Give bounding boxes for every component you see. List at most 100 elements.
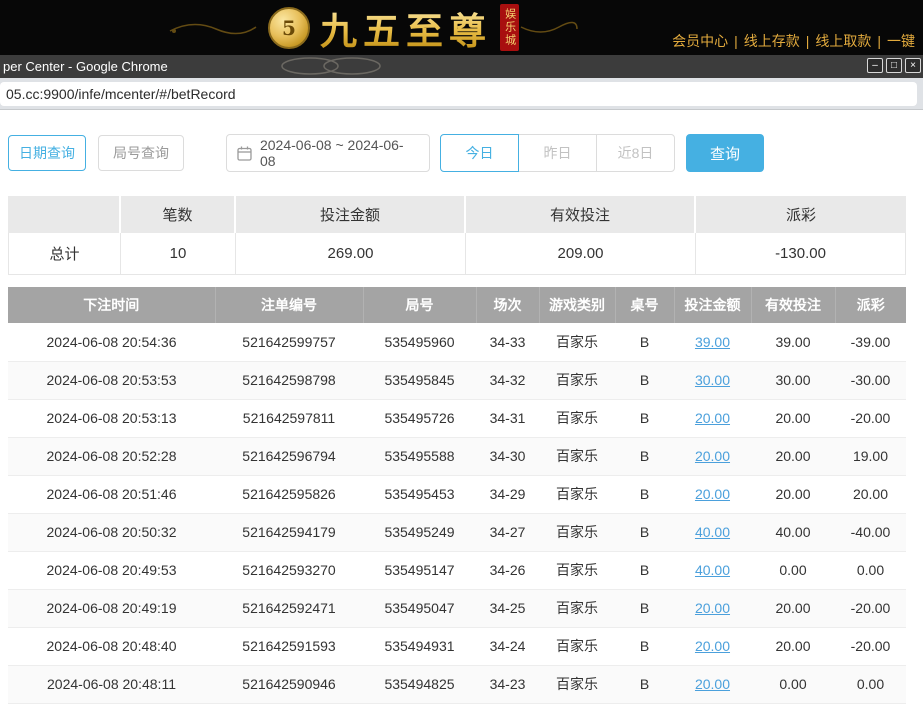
bet-amount-link[interactable]: 40.00	[695, 524, 730, 540]
record-cell-payout: -40.00	[835, 513, 906, 551]
record-cell-order: 521642592471	[215, 589, 363, 627]
record-cell-valid: 20.00	[751, 399, 835, 437]
date-query-tab[interactable]: 日期查询	[8, 135, 86, 171]
record-row: 2024-06-08 20:52:28521642596794535495588…	[8, 437, 906, 475]
yesterday-button[interactable]: 昨日	[518, 134, 597, 172]
bet-amount-link[interactable]: 20.00	[695, 600, 730, 616]
record-row: 2024-06-08 20:50:32521642594179535495249…	[8, 513, 906, 551]
banner-link[interactable]: 线上存款	[744, 33, 800, 49]
records-column-header: 有效投注	[751, 287, 835, 323]
minimize-button[interactable]: –	[867, 58, 883, 73]
summary-column-header: 投注金额	[236, 196, 466, 233]
record-cell-time: 2024-06-08 20:51:46	[8, 475, 215, 513]
record-cell-session: 34-30	[476, 437, 539, 475]
record-row: 2024-06-08 20:54:36521642599757535495960…	[8, 323, 906, 361]
close-button[interactable]: ×	[905, 58, 921, 73]
record-cell-order: 521642595826	[215, 475, 363, 513]
record-cell-round: 535495845	[363, 361, 476, 399]
record-cell-session: 34-23	[476, 665, 539, 703]
record-cell-payout: 0.00	[835, 665, 906, 703]
records-column-header: 局号	[363, 287, 476, 323]
summary-valid-bet: 209.00	[466, 233, 696, 275]
bet-amount-link[interactable]: 20.00	[695, 676, 730, 692]
record-cell-game: 百家乐	[539, 437, 615, 475]
bet-amount-link[interactable]: 20.00	[695, 486, 730, 502]
record-cell-bet: 39.00	[674, 323, 751, 361]
record-cell-order: 521642594179	[215, 513, 363, 551]
bet-amount-link[interactable]: 20.00	[695, 410, 730, 426]
logo-coin-icon: 5	[268, 7, 310, 49]
record-cell-valid: 20.00	[751, 437, 835, 475]
record-row: 2024-06-08 20:49:19521642592471535495047…	[8, 589, 906, 627]
record-cell-game: 百家乐	[539, 665, 615, 703]
record-row: 2024-06-08 20:49:53521642593270535495147…	[8, 551, 906, 589]
bet-amount-link[interactable]: 30.00	[695, 372, 730, 388]
bet-amount-link[interactable]: 39.00	[695, 334, 730, 350]
record-cell-table: B	[615, 475, 674, 513]
url-input[interactable]: 05.cc:9900/infe/mcenter/#/betRecord	[0, 82, 917, 106]
record-cell-table: B	[615, 551, 674, 589]
address-bar: 05.cc:9900/infe/mcenter/#/betRecord	[0, 78, 923, 110]
record-cell-time: 2024-06-08 20:50:32	[8, 513, 215, 551]
record-cell-game: 百家乐	[539, 513, 615, 551]
record-cell-time: 2024-06-08 20:52:28	[8, 437, 215, 475]
today-button[interactable]: 今日	[440, 134, 519, 172]
records-body: 2024-06-08 20:54:36521642599757535495960…	[8, 323, 906, 703]
records-column-header: 场次	[476, 287, 539, 323]
round-query-tab[interactable]: 局号查询	[98, 135, 184, 171]
summary-bet-amount: 269.00	[236, 233, 466, 275]
date-range-picker[interactable]: 2024-06-08 ~ 2024-06-08	[226, 134, 430, 172]
record-cell-round: 535495588	[363, 437, 476, 475]
banner-link[interactable]: 会员中心	[672, 33, 728, 49]
screen: 5 九五至尊 娱乐城 会员中心|线上存款|线上取款|一键 per Center …	[0, 0, 923, 726]
record-cell-bet: 20.00	[674, 665, 751, 703]
banner-link[interactable]: 线上取款	[815, 33, 871, 49]
record-cell-order: 521642599757	[215, 323, 363, 361]
summary-payout: -130.00	[696, 233, 906, 275]
last8days-button[interactable]: 近8日	[596, 134, 675, 172]
record-cell-table: B	[615, 665, 674, 703]
record-cell-time: 2024-06-08 20:54:36	[8, 323, 215, 361]
record-cell-valid: 20.00	[751, 475, 835, 513]
record-cell-session: 34-25	[476, 589, 539, 627]
restore-button[interactable]: □	[886, 58, 902, 73]
record-cell-order: 521642593270	[215, 551, 363, 589]
bet-amount-link[interactable]: 20.00	[695, 448, 730, 464]
record-cell-table: B	[615, 627, 674, 665]
bet-amount-link[interactable]: 40.00	[695, 562, 730, 578]
record-cell-table: B	[615, 323, 674, 361]
summary-corner-header	[8, 196, 121, 233]
record-cell-payout: 20.00	[835, 475, 906, 513]
record-cell-bet: 40.00	[674, 551, 751, 589]
record-cell-session: 34-33	[476, 323, 539, 361]
record-cell-game: 百家乐	[539, 589, 615, 627]
records-column-header: 桌号	[615, 287, 674, 323]
record-cell-payout: -20.00	[835, 627, 906, 665]
ornament-swirl-icon	[278, 55, 388, 78]
bet-amount-link[interactable]: 20.00	[695, 638, 730, 654]
record-cell-session: 34-29	[476, 475, 539, 513]
summary-column-header: 有效投注	[466, 196, 696, 233]
record-cell-session: 34-32	[476, 361, 539, 399]
record-cell-round: 535495453	[363, 475, 476, 513]
record-cell-payout: -30.00	[835, 361, 906, 399]
record-cell-payout: -20.00	[835, 399, 906, 437]
record-cell-game: 百家乐	[539, 627, 615, 665]
record-cell-time: 2024-06-08 20:53:53	[8, 361, 215, 399]
record-cell-bet: 20.00	[674, 627, 751, 665]
search-button[interactable]: 查询	[686, 134, 764, 172]
logo-text: 九五至尊	[320, 1, 492, 55]
main-content: 日期查询 局号查询 2024-06-08 ~ 2024-06-08 今日 昨日 …	[0, 110, 923, 704]
record-cell-order: 521642590946	[215, 665, 363, 703]
record-cell-bet: 40.00	[674, 513, 751, 551]
records-column-header: 游戏类别	[539, 287, 615, 323]
record-cell-order: 521642597811	[215, 399, 363, 437]
summary-table: 笔数 投注金额 有效投注 派彩 总计 10 269.00 209.00 -130…	[8, 196, 906, 275]
banner-link[interactable]: 一键	[887, 33, 915, 49]
flourish-right-icon	[519, 17, 579, 39]
record-cell-valid: 0.00	[751, 551, 835, 589]
record-cell-session: 34-27	[476, 513, 539, 551]
record-cell-payout: 19.00	[835, 437, 906, 475]
window-title: per Center - Google Chrome	[0, 59, 168, 74]
record-cell-time: 2024-06-08 20:49:19	[8, 589, 215, 627]
